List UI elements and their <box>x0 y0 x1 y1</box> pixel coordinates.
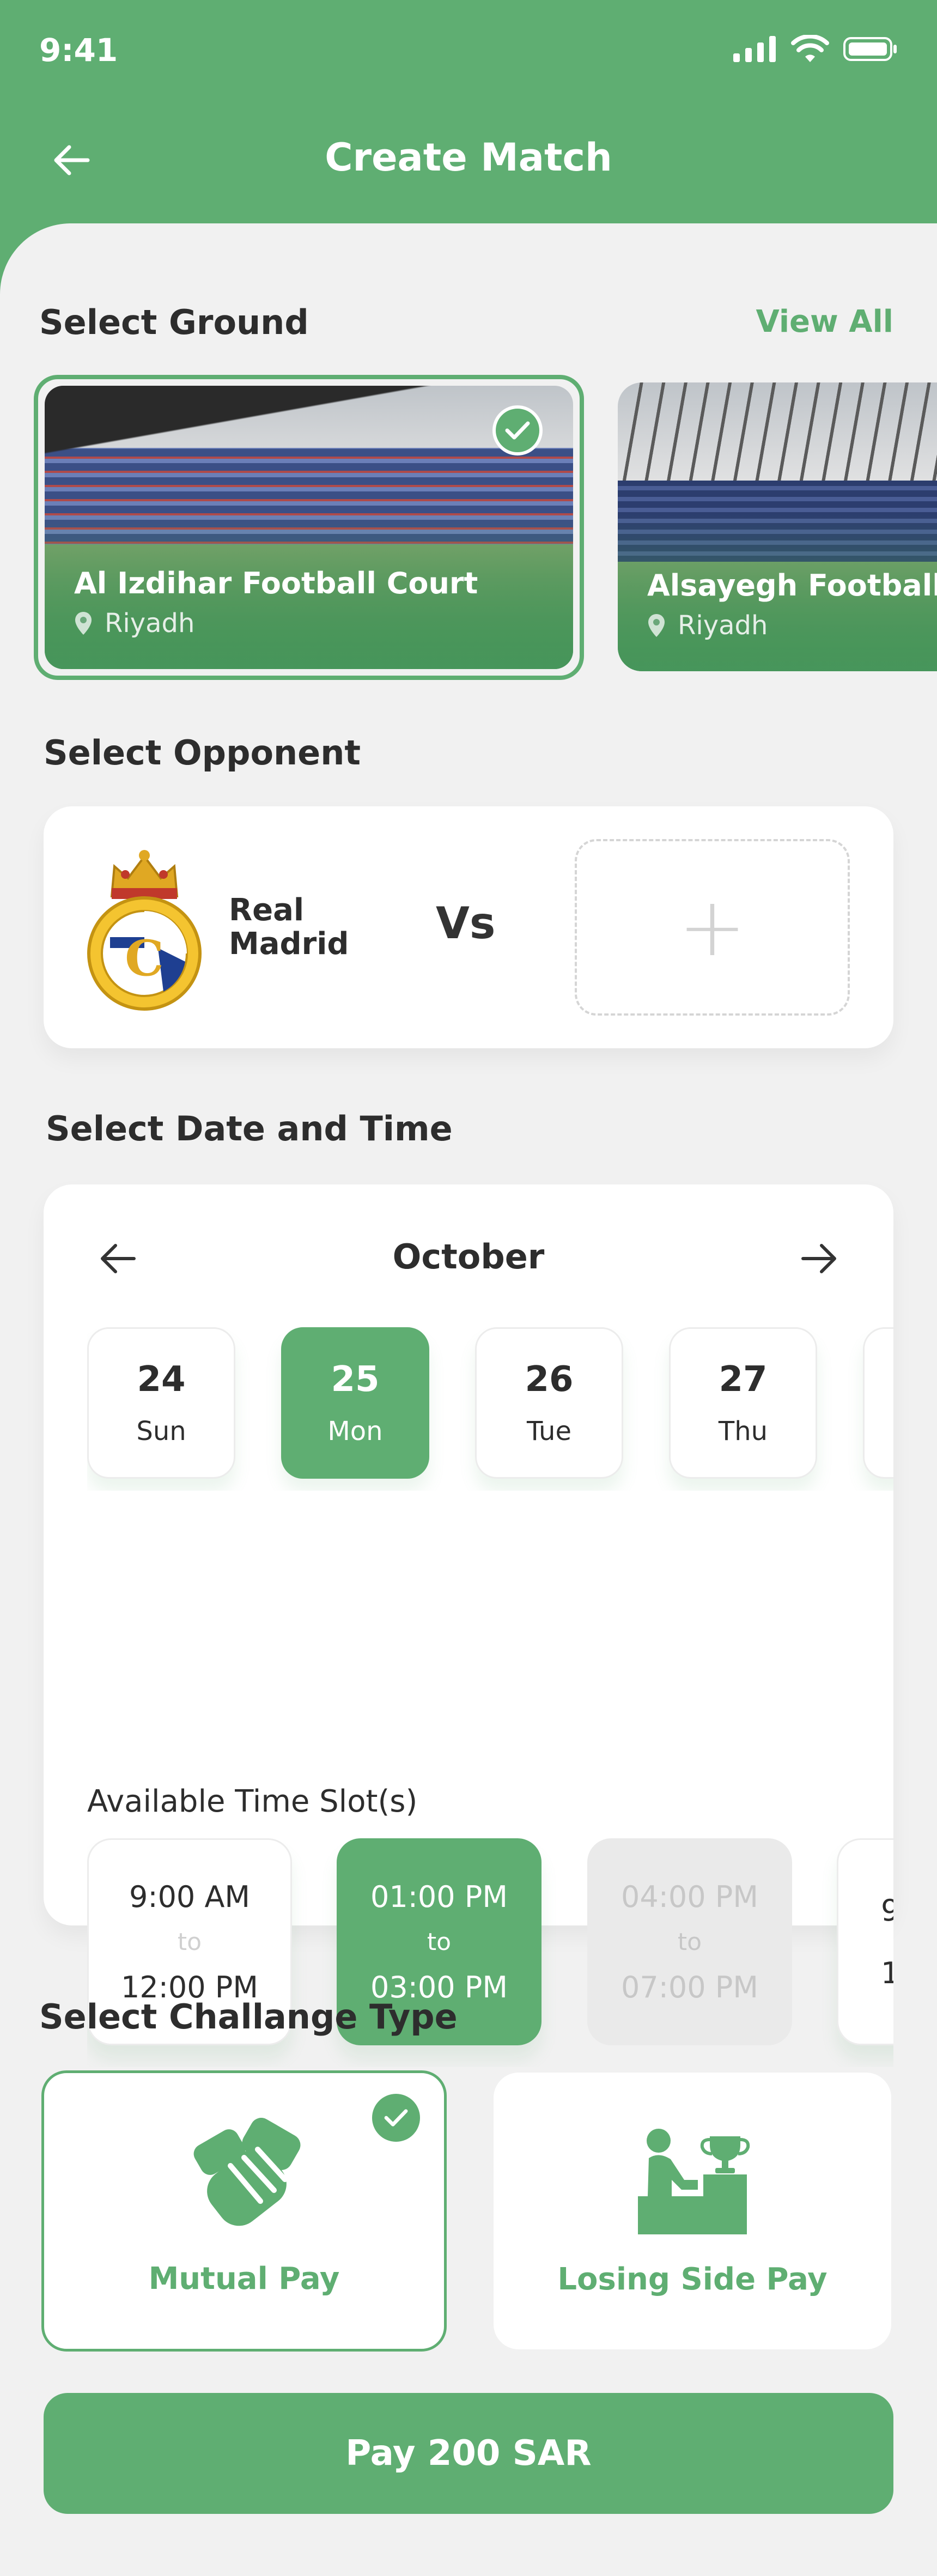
slot-start: 01:00 PM <box>370 1879 508 1914</box>
pay-button[interactable]: Pay 200 SAR <box>44 2393 893 2514</box>
ground-image: Al Izdihar Football Court Riyadh <box>45 386 573 669</box>
ground-card[interactable]: Alsayegh Football Court Riyadh <box>618 382 937 671</box>
status-bar: 9:41 <box>0 0 937 104</box>
status-time: 9:41 <box>39 32 118 69</box>
selected-check-icon <box>372 2094 420 2142</box>
location-pin-icon <box>648 614 665 637</box>
challenge-option-losing-side-pay[interactable]: Losing Side Pay <box>494 2073 891 2349</box>
day-chip-selected[interactable]: 25 Mon <box>281 1327 429 1479</box>
time-slot-disabled: 04:00 PM to 07:00 PM <box>587 1838 792 2045</box>
svg-text:C: C <box>125 929 164 987</box>
day-number: 25 <box>331 1359 380 1400</box>
handshake-icon <box>193 2118 301 2226</box>
battery-icon <box>843 37 897 61</box>
plus-icon: + <box>678 880 747 975</box>
month-label: October <box>392 1237 545 1277</box>
team-name: Real Madrid <box>229 892 349 962</box>
time-slots-title: Available Time Slot(s) <box>87 1784 418 1819</box>
slot-start: 04:00 PM <box>621 1879 758 1914</box>
ground-location-text: Riyadh <box>105 608 195 639</box>
slot-end: 07:00 PM <box>621 1970 758 2004</box>
view-all-link[interactable]: View All <box>756 304 894 339</box>
next-month-button[interactable] <box>795 1237 844 1280</box>
select-ground-title: Select Ground <box>39 302 309 342</box>
slot-sep: to <box>177 1928 202 1956</box>
day-number: 26 <box>525 1359 574 1400</box>
vs-label: Vs <box>436 898 496 949</box>
day-chip[interactable] <box>863 1327 893 1479</box>
team-crest-icon: C <box>87 850 202 1011</box>
day-selector: 24 Sun 25 Mon 26 Tue 27 Thu <box>87 1327 893 1491</box>
cellular-signal-icon <box>733 36 776 62</box>
slot-start: 9:00 AM <box>129 1879 250 1914</box>
day-number: 24 <box>137 1359 186 1400</box>
day-weekday: Sun <box>136 1416 186 1447</box>
select-challenge-title: Select Challange Type <box>39 1997 458 2037</box>
slot-start: 9 <box>881 1893 893 1928</box>
ground-name: Al Izdihar Football Court <box>74 566 478 600</box>
podium-trophy-icon <box>638 2129 750 2234</box>
select-datetime-title: Select Date and Time <box>46 1109 453 1149</box>
slot-end: 1 <box>881 1956 893 1990</box>
page-title: Create Match <box>325 135 612 180</box>
slot-sep: to <box>677 1928 702 1956</box>
status-icons <box>733 35 898 63</box>
challenge-option-mutual-pay[interactable]: Mutual Pay <box>41 2070 447 2352</box>
day-chip[interactable]: 27 Thu <box>669 1327 817 1479</box>
ground-image: Alsayegh Football Court Riyadh <box>618 382 937 671</box>
slot-sep: to <box>427 1928 452 1956</box>
day-number: 27 <box>719 1359 768 1400</box>
time-slot[interactable]: 9 1 <box>837 1838 893 2045</box>
ground-location: Riyadh <box>647 610 768 641</box>
datetime-card: October 24 Sun 25 Mon 26 Tue 27 Thu Avai… <box>44 1184 893 2045</box>
challenge-label: Mutual Pay <box>148 2261 340 2296</box>
header: Create Match <box>0 104 937 223</box>
ground-location-text: Riyadh <box>678 610 768 641</box>
ground-card-selected[interactable]: Al Izdihar Football Court Riyadh <box>34 375 584 680</box>
location-pin-icon <box>75 612 92 635</box>
day-weekday: Tue <box>527 1416 571 1447</box>
day-chip[interactable]: 24 Sun <box>87 1327 235 1479</box>
ground-name: Alsayegh Football Court <box>647 568 937 603</box>
ground-location: Riyadh <box>74 608 194 639</box>
main-sheet: Select Ground View All Al Izdihar Footba… <box>0 223 937 2576</box>
select-opponent-title: Select Opponent <box>44 733 361 773</box>
wifi-icon <box>791 35 829 62</box>
arrow-right-icon <box>801 1244 836 1273</box>
add-opponent-button[interactable]: + <box>575 839 850 1016</box>
selected-check-icon <box>492 405 543 455</box>
day-chip[interactable]: 26 Tue <box>475 1327 623 1479</box>
day-weekday: Mon <box>327 1416 383 1447</box>
challenge-label: Losing Side Pay <box>557 2262 828 2297</box>
day-weekday: Thu <box>718 1416 768 1447</box>
opponent-card: C Real Madrid Vs + <box>44 806 893 1048</box>
